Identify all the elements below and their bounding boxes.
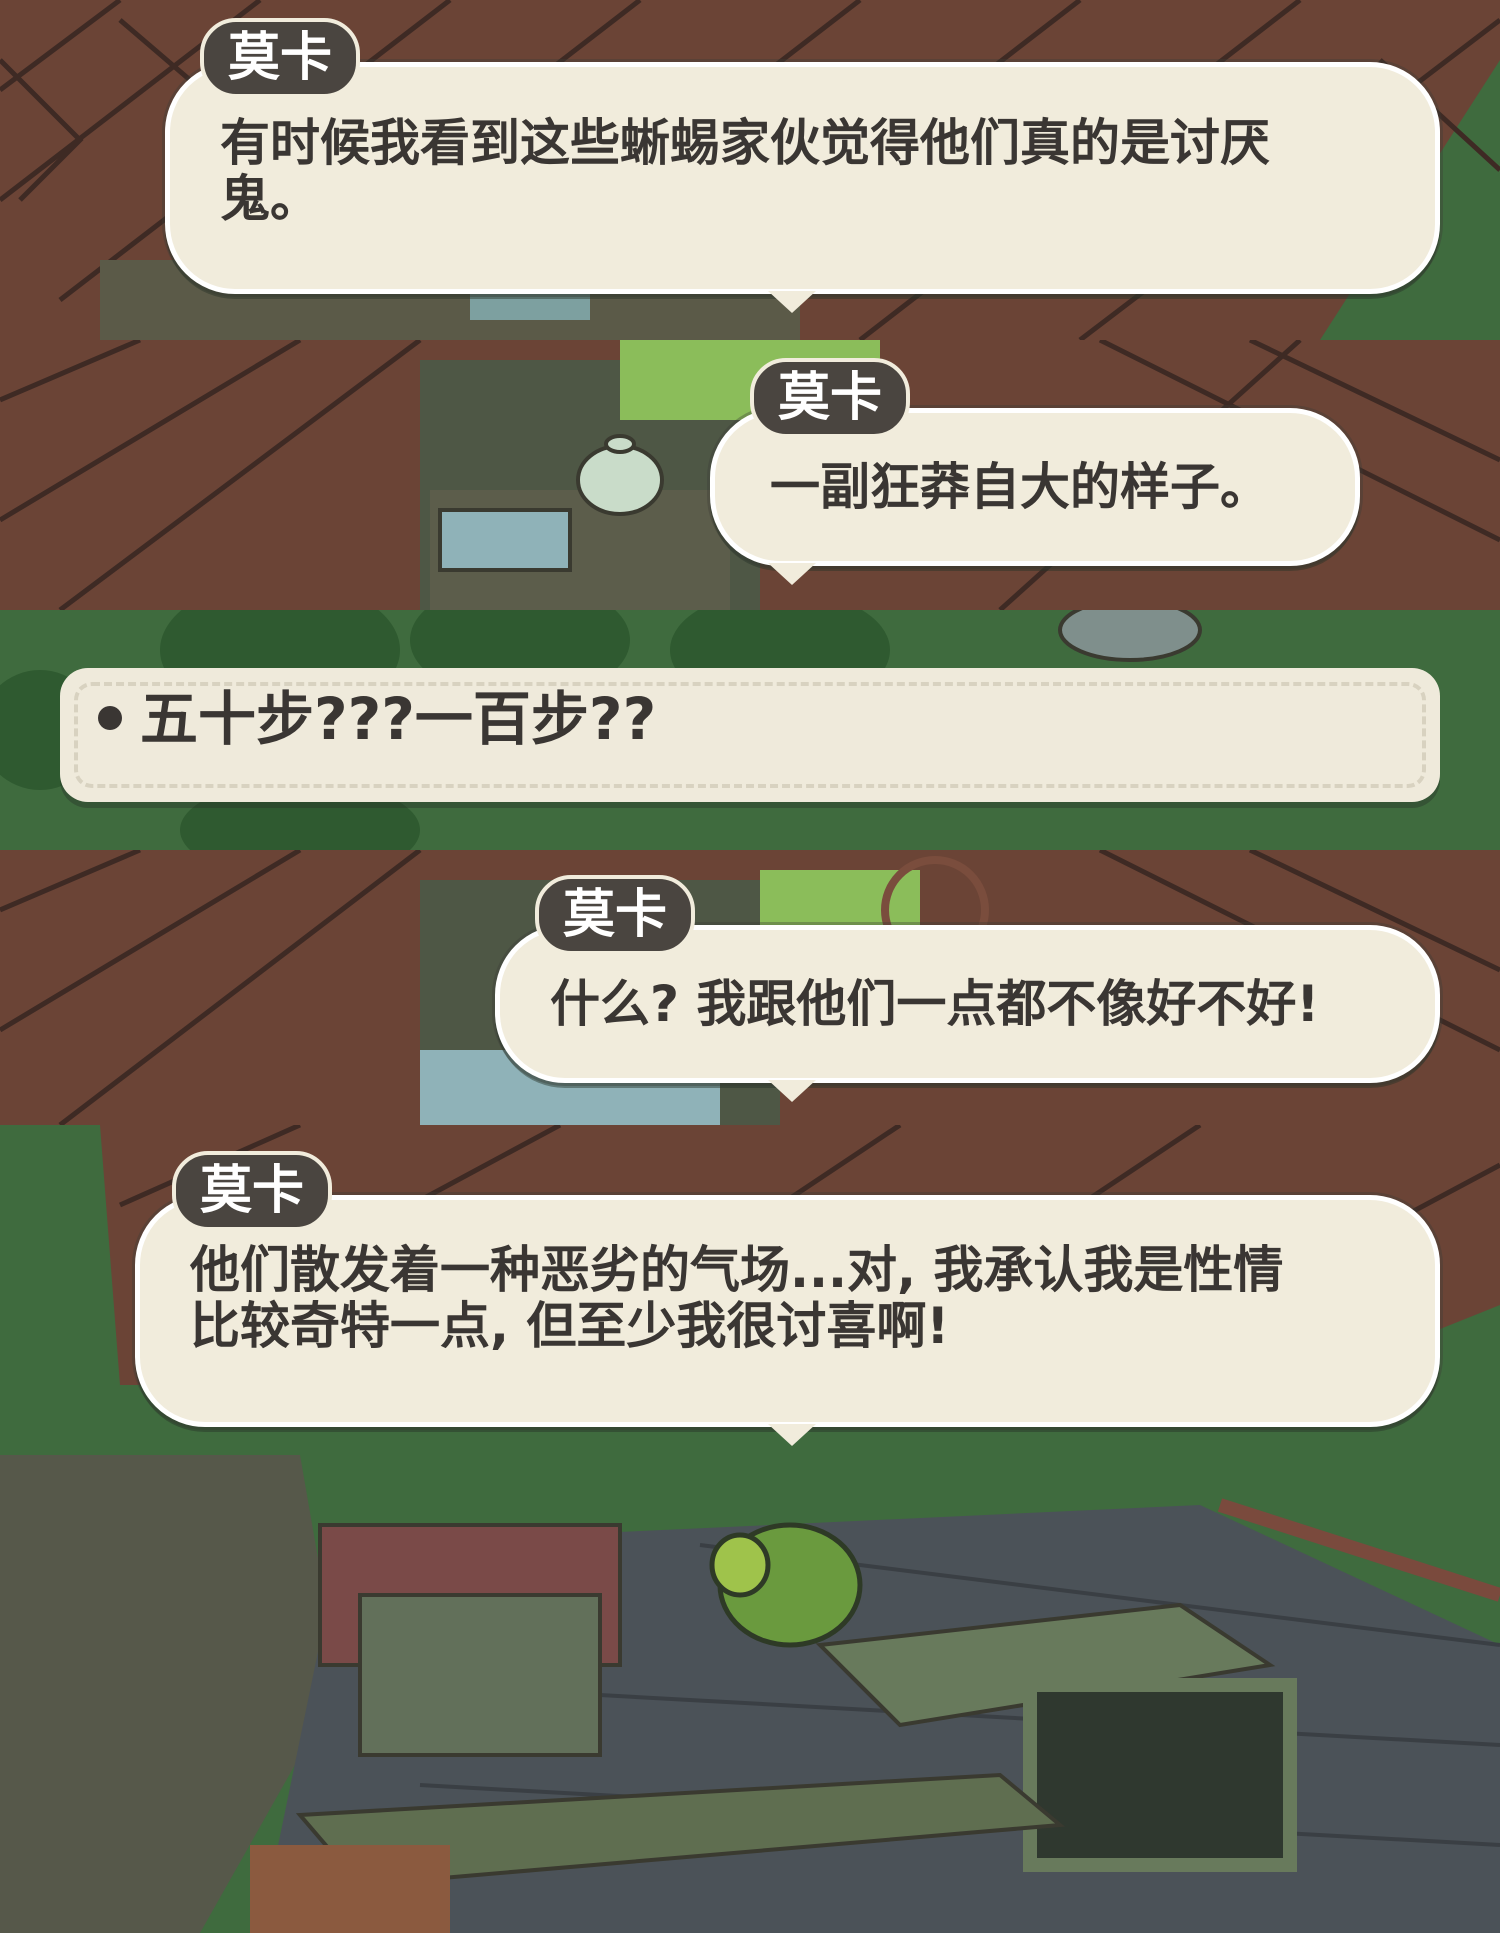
dialogue-line-1: 他们散发着一种恶劣的气场...对, 我承认我是性情 — [190, 1241, 1284, 1299]
dialogue-line-1: 什么? 我跟他们一点都不像好不好! — [550, 975, 1320, 1033]
bubble-tail — [768, 563, 816, 585]
dialogue-panel-4: 他们散发着一种恶劣的气场...对, 我承认我是性情 比较奇特一点, 但至少我很讨… — [0, 1125, 1500, 1933]
choice-bullet-icon — [98, 706, 122, 730]
speech-bubble: 有时候我看到这些蜥蜴家伙觉得他们真的是讨厌 鬼。 — [165, 62, 1440, 294]
bubble-tail — [768, 1080, 816, 1102]
dialogue-panel-3: 什么? 我跟他们一点都不像好不好! 莫卡 — [0, 850, 1500, 1125]
bubble-tail — [768, 291, 816, 313]
bubble-tail — [768, 1424, 816, 1446]
speaker-name-tag: 莫卡 — [200, 18, 361, 98]
speaker-name-tag: 莫卡 — [172, 1151, 333, 1231]
dialogue-line-2: 比较奇特一点, 但至少我很讨喜啊! — [190, 1297, 950, 1355]
speaker-name-tag: 莫卡 — [750, 358, 911, 438]
dialogue-panel-2: 一副狂莽自大的样子。 莫卡 — [0, 340, 1500, 610]
choice-button[interactable]: 五十步???一百步?? — [60, 668, 1440, 802]
choice-panel: 五十步???一百步?? — [0, 610, 1500, 850]
speaker-name-tag: 莫卡 — [535, 875, 696, 955]
dialogue-line-2: 鬼。 — [220, 170, 320, 228]
choice-text: 五十步???一百步?? — [140, 685, 657, 753]
dialogue-line-1: 有时候我看到这些蜥蜴家伙觉得他们真的是讨厌 — [220, 114, 1270, 172]
dialogue-line-1: 一副狂莽自大的样子。 — [770, 458, 1270, 516]
dialogue-panel-1: 有时候我看到这些蜥蜴家伙觉得他们真的是讨厌 鬼。 莫卡 — [0, 0, 1500, 340]
speech-bubble: 他们散发着一种恶劣的气场...对, 我承认我是性情 比较奇特一点, 但至少我很讨… — [135, 1195, 1440, 1427]
